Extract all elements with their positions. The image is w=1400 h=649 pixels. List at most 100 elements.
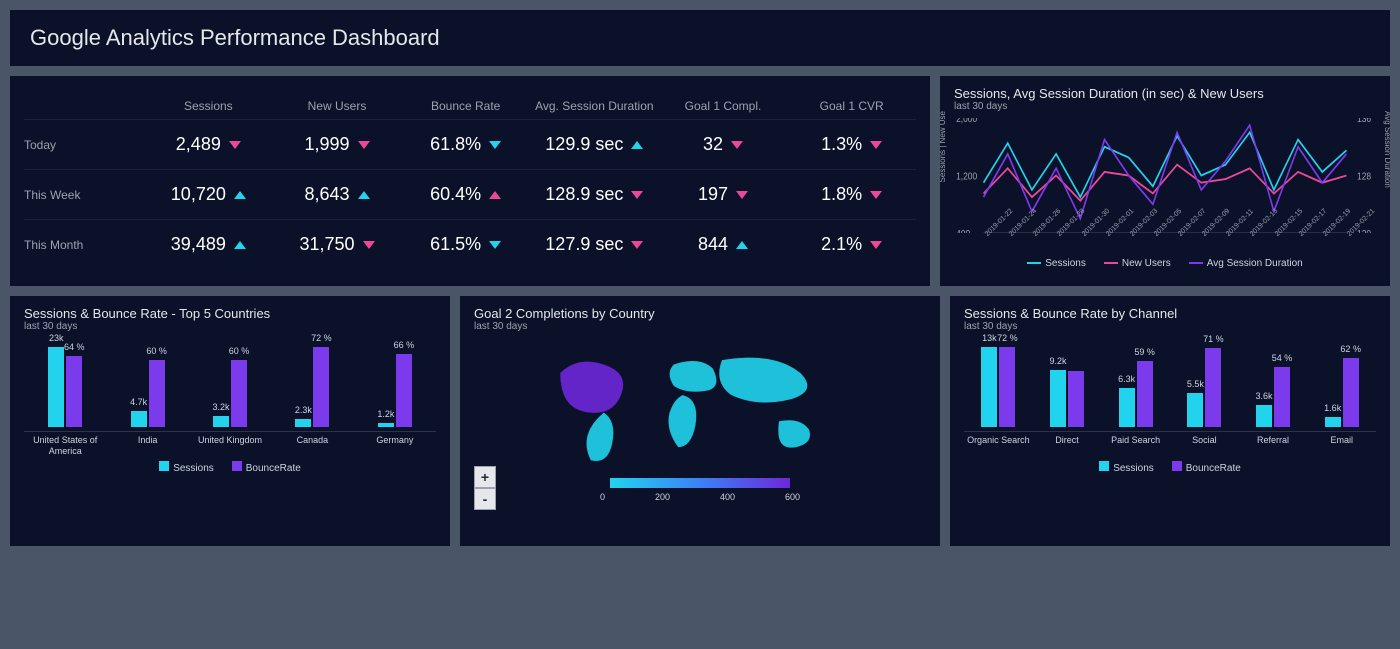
map-subtitle: last 30 days: [474, 321, 926, 332]
kpi-header: New Users: [273, 99, 402, 113]
bouncerate-bar: 60 %: [149, 360, 165, 427]
bouncerate-bar: 66 %: [396, 354, 412, 427]
bar-group: 4.7k 60 % India: [106, 337, 188, 455]
bar-group: 13k 72 % Organic Search: [964, 337, 1033, 455]
bar-group: 9.2k Direct: [1033, 337, 1102, 455]
legend-bouncerate: BounceRate: [1186, 463, 1241, 474]
bar-group: 2.3k 72 % Canada: [271, 337, 353, 455]
legend-item: New Users: [1104, 258, 1171, 269]
sessions-bar: 6.3k: [1119, 388, 1135, 427]
kpi-panel: SessionsNew UsersBounce RateAvg. Session…: [10, 76, 930, 286]
channel-bar-title: Sessions & Bounce Rate by Channel: [964, 306, 1376, 321]
kpi-value: 61.8%: [401, 134, 530, 155]
bar-category: Organic Search: [964, 431, 1033, 455]
bar-category: Direct: [1033, 431, 1102, 455]
channel-legend: Sessions BounceRate: [964, 461, 1376, 474]
trend-down-icon: [731, 141, 743, 149]
bar-group: 3.6k 54 % Referral: [1239, 337, 1308, 455]
kpi-value: 39,489: [144, 234, 273, 255]
right-axis-label: Avg Session Duration: [1383, 111, 1390, 188]
countries-bar-title: Sessions & Bounce Rate - Top 5 Countries: [24, 306, 436, 321]
kpi-header: Goal 1 CVR: [787, 99, 916, 113]
kpi-row: Today2,4891,99961.8%129.9 sec321.3%: [24, 119, 916, 169]
line-chart-title: Sessions, Avg Session Duration (in sec) …: [954, 86, 1376, 101]
kpi-header: Sessions: [144, 99, 273, 113]
kpi-value: 32: [659, 134, 788, 155]
svg-text:128: 128: [1357, 171, 1371, 182]
bouncerate-bar: [1068, 371, 1084, 427]
kpi-value: 10,720: [144, 184, 273, 205]
sessions-bar: 1.2k: [378, 423, 394, 427]
trend-up-icon: [736, 241, 748, 249]
line-legend: SessionsNew UsersAvg Session Duration: [954, 258, 1376, 269]
legend-bouncerate: BounceRate: [246, 463, 301, 474]
kpi-value: 197: [659, 184, 788, 205]
kpi-value: 2,489: [144, 134, 273, 155]
trend-up-icon: [234, 241, 246, 249]
trend-down-icon: [870, 191, 882, 199]
sessions-bar: 13k: [981, 347, 997, 427]
kpi-header: Goal 1 Compl.: [659, 99, 788, 113]
trend-down-icon: [631, 241, 643, 249]
bar-category: Germany: [354, 431, 436, 455]
map-title: Goal 2 Completions by Country: [474, 306, 926, 321]
bouncerate-bar: 71 %: [1205, 348, 1221, 427]
sessions-bar: 2.3k: [295, 419, 311, 427]
line-chart-subtitle: last 30 days: [954, 101, 1376, 112]
sessions-bar: 4.7k: [131, 411, 147, 427]
map-zoom-out-button[interactable]: -: [474, 488, 496, 510]
bar-group: 23k 64 % United States of America: [24, 337, 106, 455]
svg-text:1,200: 1,200: [956, 171, 977, 182]
line-chart: 2,0001,200400136128120: [954, 118, 1376, 233]
bar-category: Referral: [1239, 431, 1308, 455]
kpi-value: 844: [659, 234, 788, 255]
sessions-bar: 23k: [48, 347, 64, 427]
left-axis-label: Sessions | New Use: [940, 111, 947, 182]
svg-text:136: 136: [1357, 118, 1371, 124]
sessions-bar: 5.5k: [1187, 393, 1203, 427]
map-scale-ticks: 0200400600: [600, 492, 800, 502]
kpi-value: 1,999: [273, 134, 402, 155]
trend-down-icon: [489, 241, 501, 249]
kpi-value: 31,750: [273, 234, 402, 255]
bouncerate-bar: 62 %: [1343, 358, 1359, 427]
kpi-period-label: This Month: [24, 238, 144, 252]
legend-item: Sessions: [1027, 258, 1086, 269]
sessions-bar: 9.2k: [1050, 370, 1066, 427]
bar-category: United Kingdom: [189, 431, 271, 455]
trend-down-icon: [870, 141, 882, 149]
kpi-header: Bounce Rate: [401, 99, 530, 113]
channel-bar-panel: Sessions & Bounce Rate by Channel last 3…: [950, 296, 1390, 546]
trend-down-icon: [363, 241, 375, 249]
map-zoom-controls: + -: [474, 466, 496, 510]
trend-up-icon: [631, 141, 643, 149]
bar-group: 6.3k 59 % Paid Search: [1101, 337, 1170, 455]
countries-bar-panel: Sessions & Bounce Rate - Top 5 Countries…: [10, 296, 450, 546]
bouncerate-bar: 59 %: [1137, 361, 1153, 427]
map-tick: 400: [720, 492, 735, 502]
trend-up-icon: [489, 191, 501, 199]
kpi-period-label: Today: [24, 138, 144, 152]
map-zoom-in-button[interactable]: +: [474, 466, 496, 488]
bar-group: 1.2k 66 % Germany: [354, 337, 436, 455]
bar-category: Email: [1307, 431, 1376, 455]
countries-bar-subtitle: last 30 days: [24, 321, 436, 332]
bouncerate-bar: 60 %: [231, 360, 247, 427]
trend-up-icon: [358, 191, 370, 199]
world-map[interactable]: [540, 338, 860, 478]
line-chart-panel: Sessions, Avg Session Duration (in sec) …: [940, 76, 1390, 286]
map-tick: 600: [785, 492, 800, 502]
sessions-bar: 1.6k: [1325, 417, 1341, 427]
trend-down-icon: [489, 141, 501, 149]
bouncerate-bar: 64 %: [66, 356, 82, 427]
countries-bars: 23k 64 % United States of America 4.7k 6…: [24, 340, 436, 455]
kpi-value: 127.9 sec: [530, 234, 659, 255]
svg-text:2,000: 2,000: [956, 118, 977, 124]
legend-sessions: Sessions: [1113, 463, 1154, 474]
trend-down-icon: [631, 191, 643, 199]
bar-category: Canada: [271, 431, 353, 455]
kpi-period-label: This Week: [24, 188, 144, 202]
trend-down-icon: [870, 241, 882, 249]
sessions-bar: 3.2k: [213, 416, 229, 427]
channel-bars: 13k 72 % Organic Search 9.2k Direct 6.3k…: [964, 340, 1376, 455]
